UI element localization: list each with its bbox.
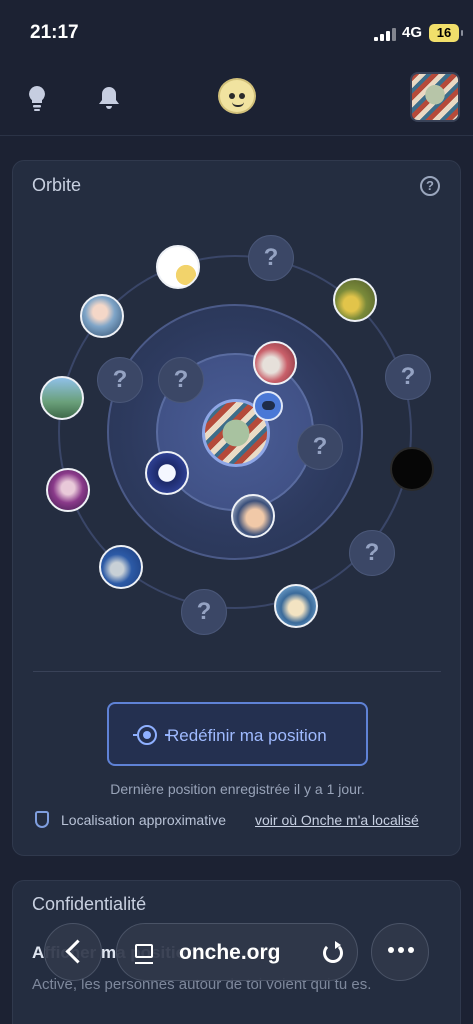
status-time: 21:17 (30, 22, 79, 43)
browser-toolbar: onche.org (0, 915, 473, 987)
last-position-text: Dernière position enregistrée il y a 1 j… (110, 781, 365, 797)
unknown-user[interactable]: ? (97, 357, 143, 403)
divider (33, 671, 441, 672)
thought-bubble-icon (253, 391, 283, 421)
onche-logo[interactable] (218, 78, 256, 114)
target-icon (133, 725, 169, 745)
user-avatar[interactable] (46, 468, 90, 512)
shield-icon (35, 811, 49, 828)
url-bar[interactable]: onche.org (116, 923, 358, 981)
user-avatar[interactable] (253, 341, 297, 385)
back-button[interactable] (44, 923, 102, 981)
profile-avatar[interactable] (410, 72, 460, 122)
orbit-visualization: ? ? ? ? ? ? ? (13, 161, 462, 661)
reader-icon[interactable] (135, 944, 153, 964)
battery-icon: 16 (429, 24, 463, 42)
user-avatar[interactable] (99, 545, 143, 589)
orbit-card: Orbite ? ? ? ? ? ? ? ? Redéfinir ma posi… (12, 160, 461, 856)
user-avatar[interactable] (145, 451, 189, 495)
reload-icon[interactable] (323, 941, 343, 963)
unknown-user[interactable]: ? (158, 357, 204, 403)
reset-position-button[interactable]: Redéfinir ma position (107, 702, 368, 766)
location-row: Localisation approximative voir où Onche… (35, 811, 455, 831)
unknown-user[interactable]: ? (297, 424, 343, 470)
status-bar: 21:17 4G 16 (0, 0, 473, 60)
unknown-user[interactable]: ? (385, 354, 431, 400)
reset-position-label: Redéfinir ma position (167, 726, 327, 745)
user-avatar[interactable] (80, 294, 124, 338)
user-avatar[interactable] (390, 447, 434, 491)
privacy-title: Confidentialité (32, 894, 147, 914)
bell-icon[interactable] (96, 84, 122, 112)
url-text: onche.org (179, 941, 281, 964)
network-type: 4G (402, 24, 423, 41)
unknown-user[interactable]: ? (181, 589, 227, 635)
top-nav (0, 60, 473, 136)
ellipsis-icon (388, 947, 414, 953)
location-approx-label: Localisation approximative (61, 812, 226, 828)
user-avatar[interactable] (333, 278, 377, 322)
signal-icon (374, 27, 398, 41)
unknown-user[interactable]: ? (248, 235, 294, 281)
more-button[interactable] (371, 923, 429, 981)
user-avatar[interactable] (156, 245, 200, 289)
user-avatar[interactable] (274, 584, 318, 628)
user-avatar[interactable] (40, 376, 84, 420)
location-link[interactable]: voir où Onche m'a localisé (255, 812, 419, 828)
lightbulb-icon[interactable] (24, 84, 50, 112)
user-avatar[interactable] (231, 494, 275, 538)
unknown-user[interactable]: ? (349, 530, 395, 576)
